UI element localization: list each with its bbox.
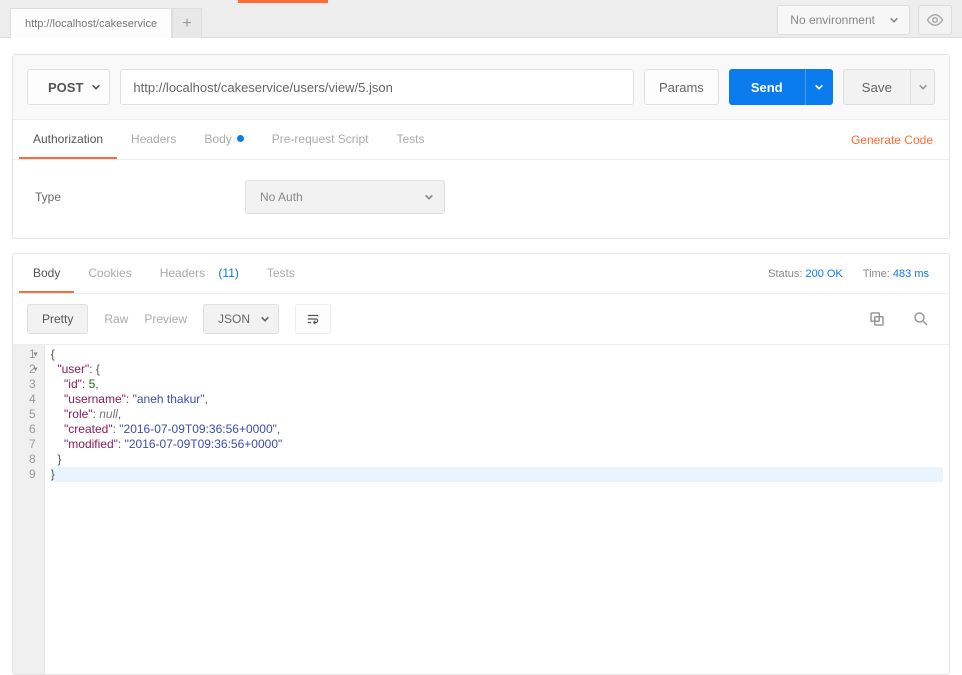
response-tab-body[interactable]: Body	[19, 254, 74, 293]
generate-code-link[interactable]: Generate Code	[851, 133, 933, 147]
chevron-down-icon	[889, 15, 899, 25]
chevron-down-icon	[814, 82, 824, 92]
tab-bar: http://localhost/cakeservice + No enviro…	[0, 3, 962, 38]
wrap-icon	[304, 312, 322, 326]
tab-headers[interactable]: Headers	[117, 120, 190, 159]
search-icon	[912, 310, 930, 328]
add-tab-button[interactable]: +	[172, 8, 202, 38]
chevron-down-icon	[91, 82, 101, 92]
tab-authorization[interactable]: Authorization	[19, 120, 117, 159]
http-method-select[interactable]: POST	[27, 69, 110, 105]
time-value: 483 ms	[893, 268, 929, 280]
send-options-button[interactable]	[805, 69, 833, 105]
send-button[interactable]: Send	[729, 69, 805, 105]
eye-icon	[926, 11, 944, 29]
view-pretty-button[interactable]: Pretty	[27, 304, 88, 334]
environment-label: No environment	[790, 13, 875, 27]
response-panel: Body Cookies Headers (11) Tests Status: …	[12, 253, 950, 675]
http-method-value: POST	[48, 80, 83, 95]
code-content: { "user": { "id": 5, "username": "aneh t…	[45, 345, 949, 674]
copy-icon	[868, 310, 886, 328]
tab-tests[interactable]: Tests	[382, 120, 438, 159]
modified-dot-icon	[237, 135, 244, 142]
response-tab-cookies[interactable]: Cookies	[74, 254, 145, 293]
copy-response-button[interactable]	[863, 305, 891, 333]
time-label: Time: 483 ms	[863, 268, 929, 280]
chevron-down-icon	[260, 314, 270, 324]
save-button[interactable]: Save	[843, 69, 911, 105]
view-raw-button[interactable]: Raw	[104, 312, 128, 326]
view-preview-button[interactable]: Preview	[144, 312, 187, 326]
auth-type-value: No Auth	[260, 190, 303, 204]
params-button[interactable]: Params	[644, 69, 719, 105]
request-panel: POST Params Send Save Authorization Head…	[12, 54, 950, 239]
tab-request-0[interactable]: http://localhost/cakeservice	[10, 8, 172, 38]
response-tab-headers[interactable]: Headers (11)	[146, 254, 253, 293]
environment-select[interactable]: No environment	[777, 5, 910, 35]
line-gutter: 123456789	[13, 345, 45, 674]
search-response-button[interactable]	[907, 305, 935, 333]
status-value: 200 OK	[805, 268, 842, 280]
save-options-button[interactable]	[911, 69, 935, 105]
response-format-select[interactable]: JSON	[203, 304, 279, 334]
auth-type-label: Type	[35, 190, 205, 204]
response-body-editor[interactable]: 123456789 { "user": { "id": 5, "username…	[13, 344, 949, 674]
url-input[interactable]	[120, 69, 634, 105]
chevron-down-icon	[918, 82, 928, 92]
auth-type-select[interactable]: No Auth	[245, 180, 445, 214]
response-tab-tests[interactable]: Tests	[253, 254, 309, 293]
tab-body[interactable]: Body	[190, 120, 257, 159]
tab-prerequest[interactable]: Pre-request Script	[258, 120, 383, 159]
chevron-down-icon	[424, 192, 434, 202]
wrap-lines-button[interactable]	[295, 304, 331, 334]
environment-quicklook-button[interactable]	[918, 5, 952, 35]
status-label: Status: 200 OK	[768, 268, 843, 280]
